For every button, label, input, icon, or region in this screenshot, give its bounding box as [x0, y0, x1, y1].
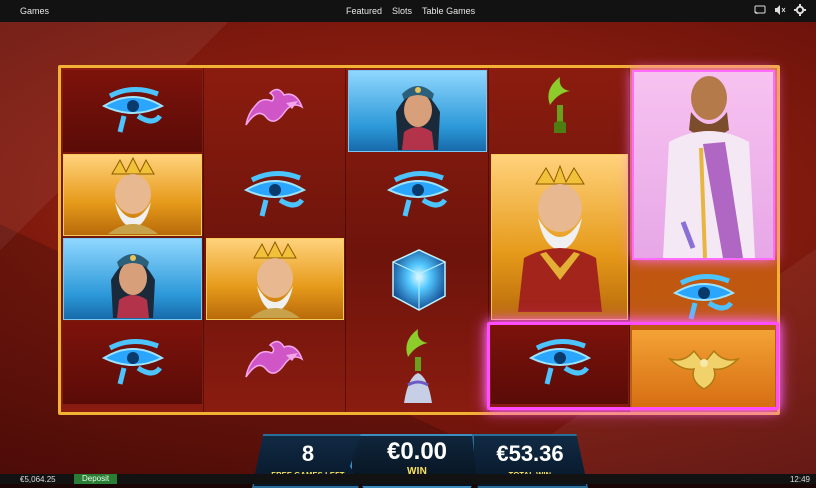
symbol-queen [63, 238, 202, 320]
symbol-dragon [206, 70, 344, 152]
sound-muted-icon[interactable] [774, 4, 786, 16]
symbol-dragon [206, 322, 344, 404]
eye-of-horus-icon [672, 274, 735, 320]
eye-of-horus-icon [101, 87, 164, 133]
symbol-eye-of-horus [63, 70, 202, 152]
games-link[interactable]: Games [20, 6, 49, 16]
top-bar: Games Featured Slots Table Games [0, 0, 816, 22]
balance-text: €5,064.25 [20, 475, 56, 484]
symbol-king [206, 238, 344, 320]
eye-of-horus-icon [101, 339, 164, 385]
green-crescent-statue-icon [403, 329, 432, 403]
symbol-eye-of-horus [632, 268, 775, 328]
bottom-bar: €5,064.25 Deposit 12:49 [0, 474, 816, 484]
top-nav: Featured Slots Table Games [346, 6, 475, 16]
queen-icon [110, 254, 155, 318]
nav-featured[interactable]: Featured [346, 6, 382, 16]
settings-gear-icon[interactable] [794, 4, 806, 16]
win-highlight-box [487, 322, 779, 410]
king-icon [517, 164, 602, 312]
queen-icon [395, 86, 440, 150]
symbol-sultan [632, 70, 775, 260]
symbol-green-crescent-statue [348, 322, 487, 404]
symbol-green-crescent-statue [491, 70, 628, 152]
reel-3 [346, 68, 489, 412]
cast-icon[interactable] [754, 4, 766, 16]
symbol-eye-of-horus [63, 322, 202, 404]
game-stage: 8 FREE GAMES LEFT €0.00 WIN €53.36 TOTAL… [0, 22, 816, 488]
total-win-value: €53.36 [496, 441, 564, 466]
free-games-value: 8 [301, 441, 315, 466]
dragon-icon [245, 340, 304, 378]
king-icon [107, 156, 158, 234]
nav-table-games[interactable]: Table Games [422, 6, 475, 16]
win-value: €0.00 [386, 438, 448, 465]
king-icon [250, 240, 300, 318]
eye-of-horus-icon [243, 171, 307, 217]
symbol-king [63, 154, 202, 236]
symbol-king-tall [491, 154, 628, 320]
symbol-crystal-cube [348, 238, 487, 320]
symbol-eye-of-horus [206, 154, 344, 236]
deposit-button[interactable]: Deposit [74, 474, 118, 484]
reels-frame [58, 65, 780, 415]
crystal-cube-icon [391, 249, 446, 311]
green-crescent-statue-icon [547, 77, 570, 133]
reel-2 [204, 68, 346, 412]
symbol-queen [348, 70, 487, 152]
dragon-icon [245, 88, 304, 126]
sultan-icon [662, 76, 755, 258]
reel-1 [61, 68, 204, 412]
clock-time: 12:49 [789, 475, 810, 484]
symbol-eye-of-horus [348, 154, 487, 236]
eye-of-horus-icon [386, 171, 449, 217]
nav-slots[interactable]: Slots [392, 6, 412, 16]
